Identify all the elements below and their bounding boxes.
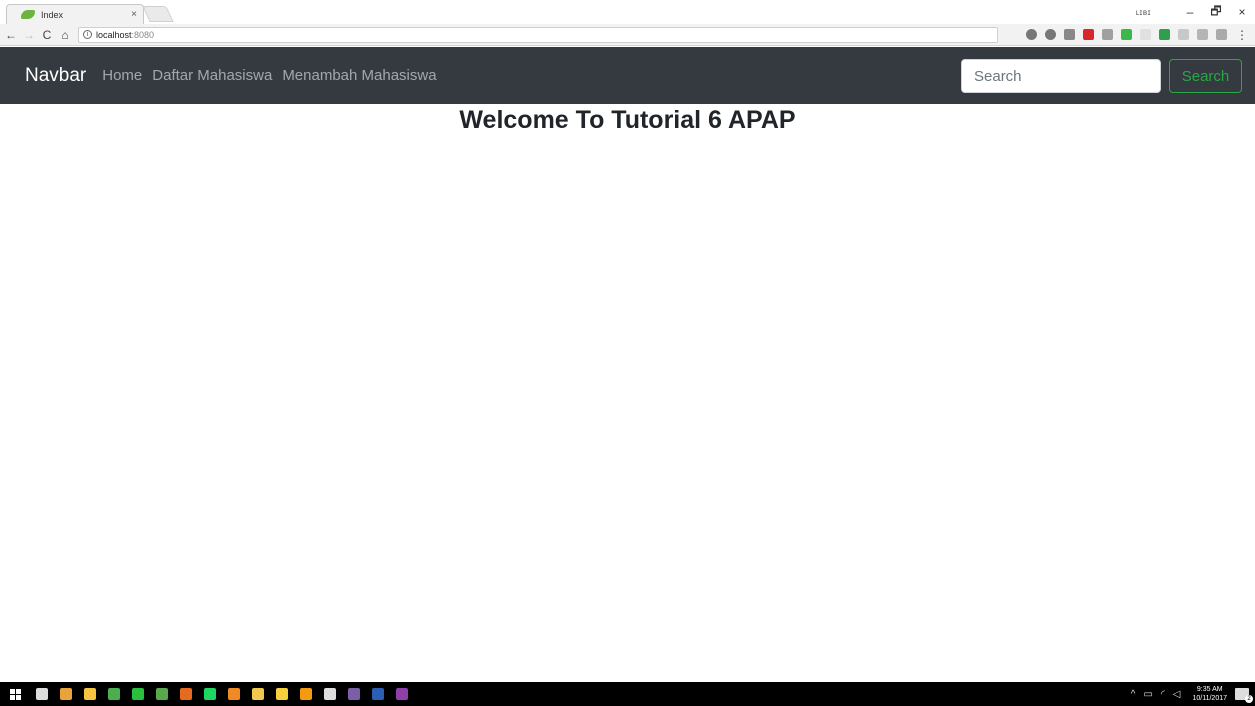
tab-title: Index (41, 9, 64, 20)
browser-toolbar: ← → C ⌂ i localhost :8080 ⋮ (0, 24, 1255, 46)
close-window-button[interactable]: × (1229, 5, 1255, 19)
volume-icon[interactable]: ◁ (1173, 689, 1181, 700)
system-clock[interactable]: 9:35 AM 10/11/2017 (1192, 685, 1227, 703)
window-controls: ʟɪʙɪ – 🗗 × (1136, 0, 1255, 24)
site-navbar: Navbar Home Daftar Mahasiswa Menambah Ma… (0, 47, 1255, 104)
back-button[interactable]: ← (4, 28, 18, 42)
address-bar[interactable]: i localhost :8080 (78, 26, 998, 43)
tab-close-icon[interactable]: × (131, 9, 137, 20)
nav-link-daftar-mahasiswa[interactable]: Daftar Mahasiswa (152, 67, 272, 84)
search-input[interactable] (961, 59, 1161, 93)
start-button[interactable] (0, 682, 30, 706)
clock-time: 9:35 AM (1196, 686, 1223, 693)
wave-extension-icon[interactable] (1197, 29, 1208, 40)
green-ring-extension-icon[interactable] (1121, 29, 1132, 40)
tray-chevron-icon[interactable]: ^ (1131, 689, 1136, 700)
green-extension-icon[interactable] (1159, 29, 1170, 40)
sublime-icon[interactable] (222, 682, 246, 706)
notification-count: 2 (1245, 695, 1253, 703)
system-tray: ^ ▭ ◜ ◁ 9:35 AM 10/11/2017 2 (1127, 685, 1255, 703)
taskbar-apps (30, 682, 414, 706)
chrome-menu-icon[interactable]: ⋮ (1235, 28, 1249, 42)
spotify-icon[interactable] (198, 682, 222, 706)
url-port: :8080 (131, 29, 155, 40)
nav-link-menambah-mahasiswa[interactable]: Menambah Mahasiswa (282, 67, 436, 84)
windows-logo-icon (9, 688, 21, 700)
xampp-icon[interactable] (294, 682, 318, 706)
star-icon[interactable] (1045, 29, 1056, 40)
edge-icon[interactable] (102, 682, 126, 706)
postman-icon[interactable] (270, 682, 294, 706)
network-icon[interactable]: ▭ (1143, 689, 1152, 700)
browser-tabstrip: Index × ʟɪʙɪ – 🗗 × (0, 0, 1255, 24)
wifi-icon[interactable]: ◜ (1161, 689, 1165, 700)
gray-extension-icon[interactable] (1102, 29, 1113, 40)
light-extension-icon[interactable] (1178, 29, 1189, 40)
firefox-icon[interactable] (174, 682, 198, 706)
spring-leaf-icon (21, 10, 35, 19)
zoom-icon[interactable] (1026, 29, 1037, 40)
chrome-icon[interactable] (54, 682, 78, 706)
new-tab-button[interactable] (142, 6, 174, 22)
site-info-icon[interactable]: i (83, 30, 92, 39)
task-view-icon[interactable] (30, 682, 54, 706)
browser-tab[interactable]: Index × (6, 4, 144, 24)
action-center-icon[interactable]: 2 (1235, 688, 1253, 703)
game-icon[interactable] (342, 682, 366, 706)
notes-icon[interactable] (150, 682, 174, 706)
restore-button[interactable]: 🗗 (1203, 2, 1229, 23)
window-user-label: ʟɪʙɪ (1135, 7, 1151, 17)
sticky-notes-icon[interactable] (246, 682, 270, 706)
clock-date: 10/11/2017 (1192, 695, 1227, 702)
extensions-bar: ⋮ (1022, 28, 1255, 42)
file-explorer-icon[interactable] (78, 682, 102, 706)
red-extension-icon[interactable] (1083, 29, 1094, 40)
alarm-icon[interactable] (318, 682, 342, 706)
window-extension-icon[interactable] (1216, 29, 1227, 40)
word-icon[interactable] (366, 682, 390, 706)
url-host: localhost (96, 29, 132, 40)
navbar-brand[interactable]: Navbar (25, 65, 86, 87)
page-title: Welcome To Tutorial 6 APAP (459, 106, 796, 134)
search-button[interactable]: Search (1169, 59, 1242, 93)
camera-extension-icon[interactable] (1064, 29, 1075, 40)
line-icon[interactable] (126, 682, 150, 706)
onenote-icon[interactable] (390, 682, 414, 706)
nav-link-home[interactable]: Home (102, 67, 142, 84)
home-button[interactable]: ⌂ (58, 28, 72, 42)
forward-button[interactable]: → (22, 28, 36, 42)
faded-extension-icon[interactable] (1140, 29, 1151, 40)
reload-button[interactable]: C (40, 28, 54, 42)
minimize-button[interactable]: – (1177, 5, 1203, 19)
search-form: Search (961, 59, 1242, 93)
windows-taskbar: ^ ▭ ◜ ◁ 9:35 AM 10/11/2017 2 (0, 682, 1255, 706)
